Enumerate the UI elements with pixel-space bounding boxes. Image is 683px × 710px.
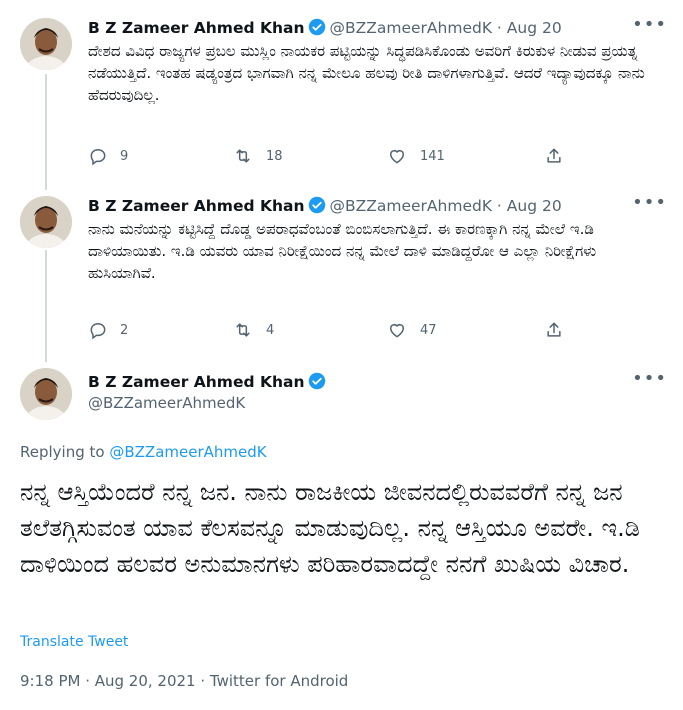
author-name[interactable]: B Z Zameer Ahmed Khan — [88, 373, 305, 391]
share-icon — [547, 322, 561, 337]
share-button[interactable] — [544, 320, 576, 340]
verified-badge-icon — [308, 372, 326, 394]
like-icon — [390, 324, 404, 338]
author-handle[interactable]: @BZZameerAhmedK — [88, 394, 245, 412]
tweet-actions: 2 4 47 — [88, 320, 578, 342]
tweet-header: B Z Zameer Ahmed Khan @BZZameerAhmedK · A… — [88, 18, 562, 41]
like-icon — [390, 150, 404, 164]
author-name-block: B Z Zameer Ahmed Khan — [88, 372, 330, 394]
replying-to: Replying to @BZZameerAhmedK — [20, 443, 267, 461]
author-name[interactable]: B Z Zameer Ahmed Khan — [88, 197, 305, 215]
verified-badge-icon — [308, 196, 326, 219]
author-handle[interactable]: @BZZameerAhmedK — [330, 19, 492, 37]
tweet[interactable]: B Z Zameer Ahmed Khan @BZZameerAhmedK · A… — [0, 14, 683, 180]
like-button[interactable]: 47 — [386, 320, 437, 340]
tweet[interactable]: B Z Zameer Ahmed Khan @BZZameerAhmedK · A… — [0, 192, 683, 358]
replying-prefix: Replying to — [20, 443, 105, 461]
reply-button[interactable]: 9 — [88, 146, 128, 166]
tweet-text: ನಾನು ಮನೆಯನ್ನು ಕಟ್ಟಿಸಿದ್ದೆ ದೊಡ್ಡ ಅಪರಾಧವೆಂ… — [88, 220, 597, 282]
retweet-icon — [236, 149, 250, 163]
tweet-actions: 9 18 141 — [88, 146, 578, 168]
verified-badge-icon — [308, 18, 326, 41]
tweet-date[interactable]: Aug 20 — [507, 19, 562, 37]
tweet-text: ದೇಶದ ವಿವಿಧ ರಾಜ್ಯಗಳ ಪ್ರಬಲ ಮುಸ್ಲಿಂ ನಾಯಕರ ಪ… — [88, 42, 645, 104]
reply-icon — [90, 148, 106, 166]
main-tweet-text: ನನ್ನ ಆಸ್ತಿಯೆಂದರೆ ನನ್ನ ಜನ. ನಾನು ರಾಜಕೀಯ ಜೀ… — [20, 478, 640, 578]
share-icon — [547, 148, 561, 163]
reply-count: 2 — [120, 322, 129, 338]
tweet-header: B Z Zameer Ahmed Khan @BZZameerAhmedK · A… — [88, 196, 562, 219]
like-button[interactable]: 141 — [386, 146, 445, 166]
author-handle[interactable]: @BZZameerAhmedK — [330, 197, 492, 215]
retweet-count: 4 — [266, 322, 275, 338]
more-icon[interactable]: ••• — [632, 194, 667, 212]
like-count: 47 — [420, 322, 437, 338]
tweet-meta: 9:18 PM · Aug 20, 2021 · Twitter for And… — [20, 672, 349, 690]
separator-dot: · — [496, 197, 502, 215]
retweet-count: 18 — [266, 148, 283, 164]
reply-icon — [90, 322, 106, 340]
avatar[interactable] — [20, 196, 72, 248]
author-name[interactable]: B Z Zameer Ahmed Khan — [88, 19, 305, 37]
avatar[interactable] — [20, 368, 72, 420]
avatar[interactable] — [20, 18, 72, 70]
tweet-date[interactable]: Aug 20 — [507, 197, 562, 215]
retweet-icon — [236, 323, 250, 337]
replying-to-link[interactable]: @BZZameerAhmedK — [109, 443, 266, 461]
retweet-button[interactable]: 4 — [232, 320, 274, 340]
translate-tweet-link[interactable]: Translate Tweet — [20, 634, 128, 650]
reply-count: 9 — [120, 148, 129, 164]
share-button[interactable] — [544, 146, 576, 166]
reply-button[interactable]: 2 — [88, 320, 128, 340]
like-count: 141 — [420, 148, 445, 164]
separator-dot: · — [496, 19, 502, 37]
more-icon[interactable]: ••• — [632, 370, 667, 388]
retweet-button[interactable]: 18 — [232, 146, 283, 166]
more-icon[interactable]: ••• — [632, 16, 667, 34]
